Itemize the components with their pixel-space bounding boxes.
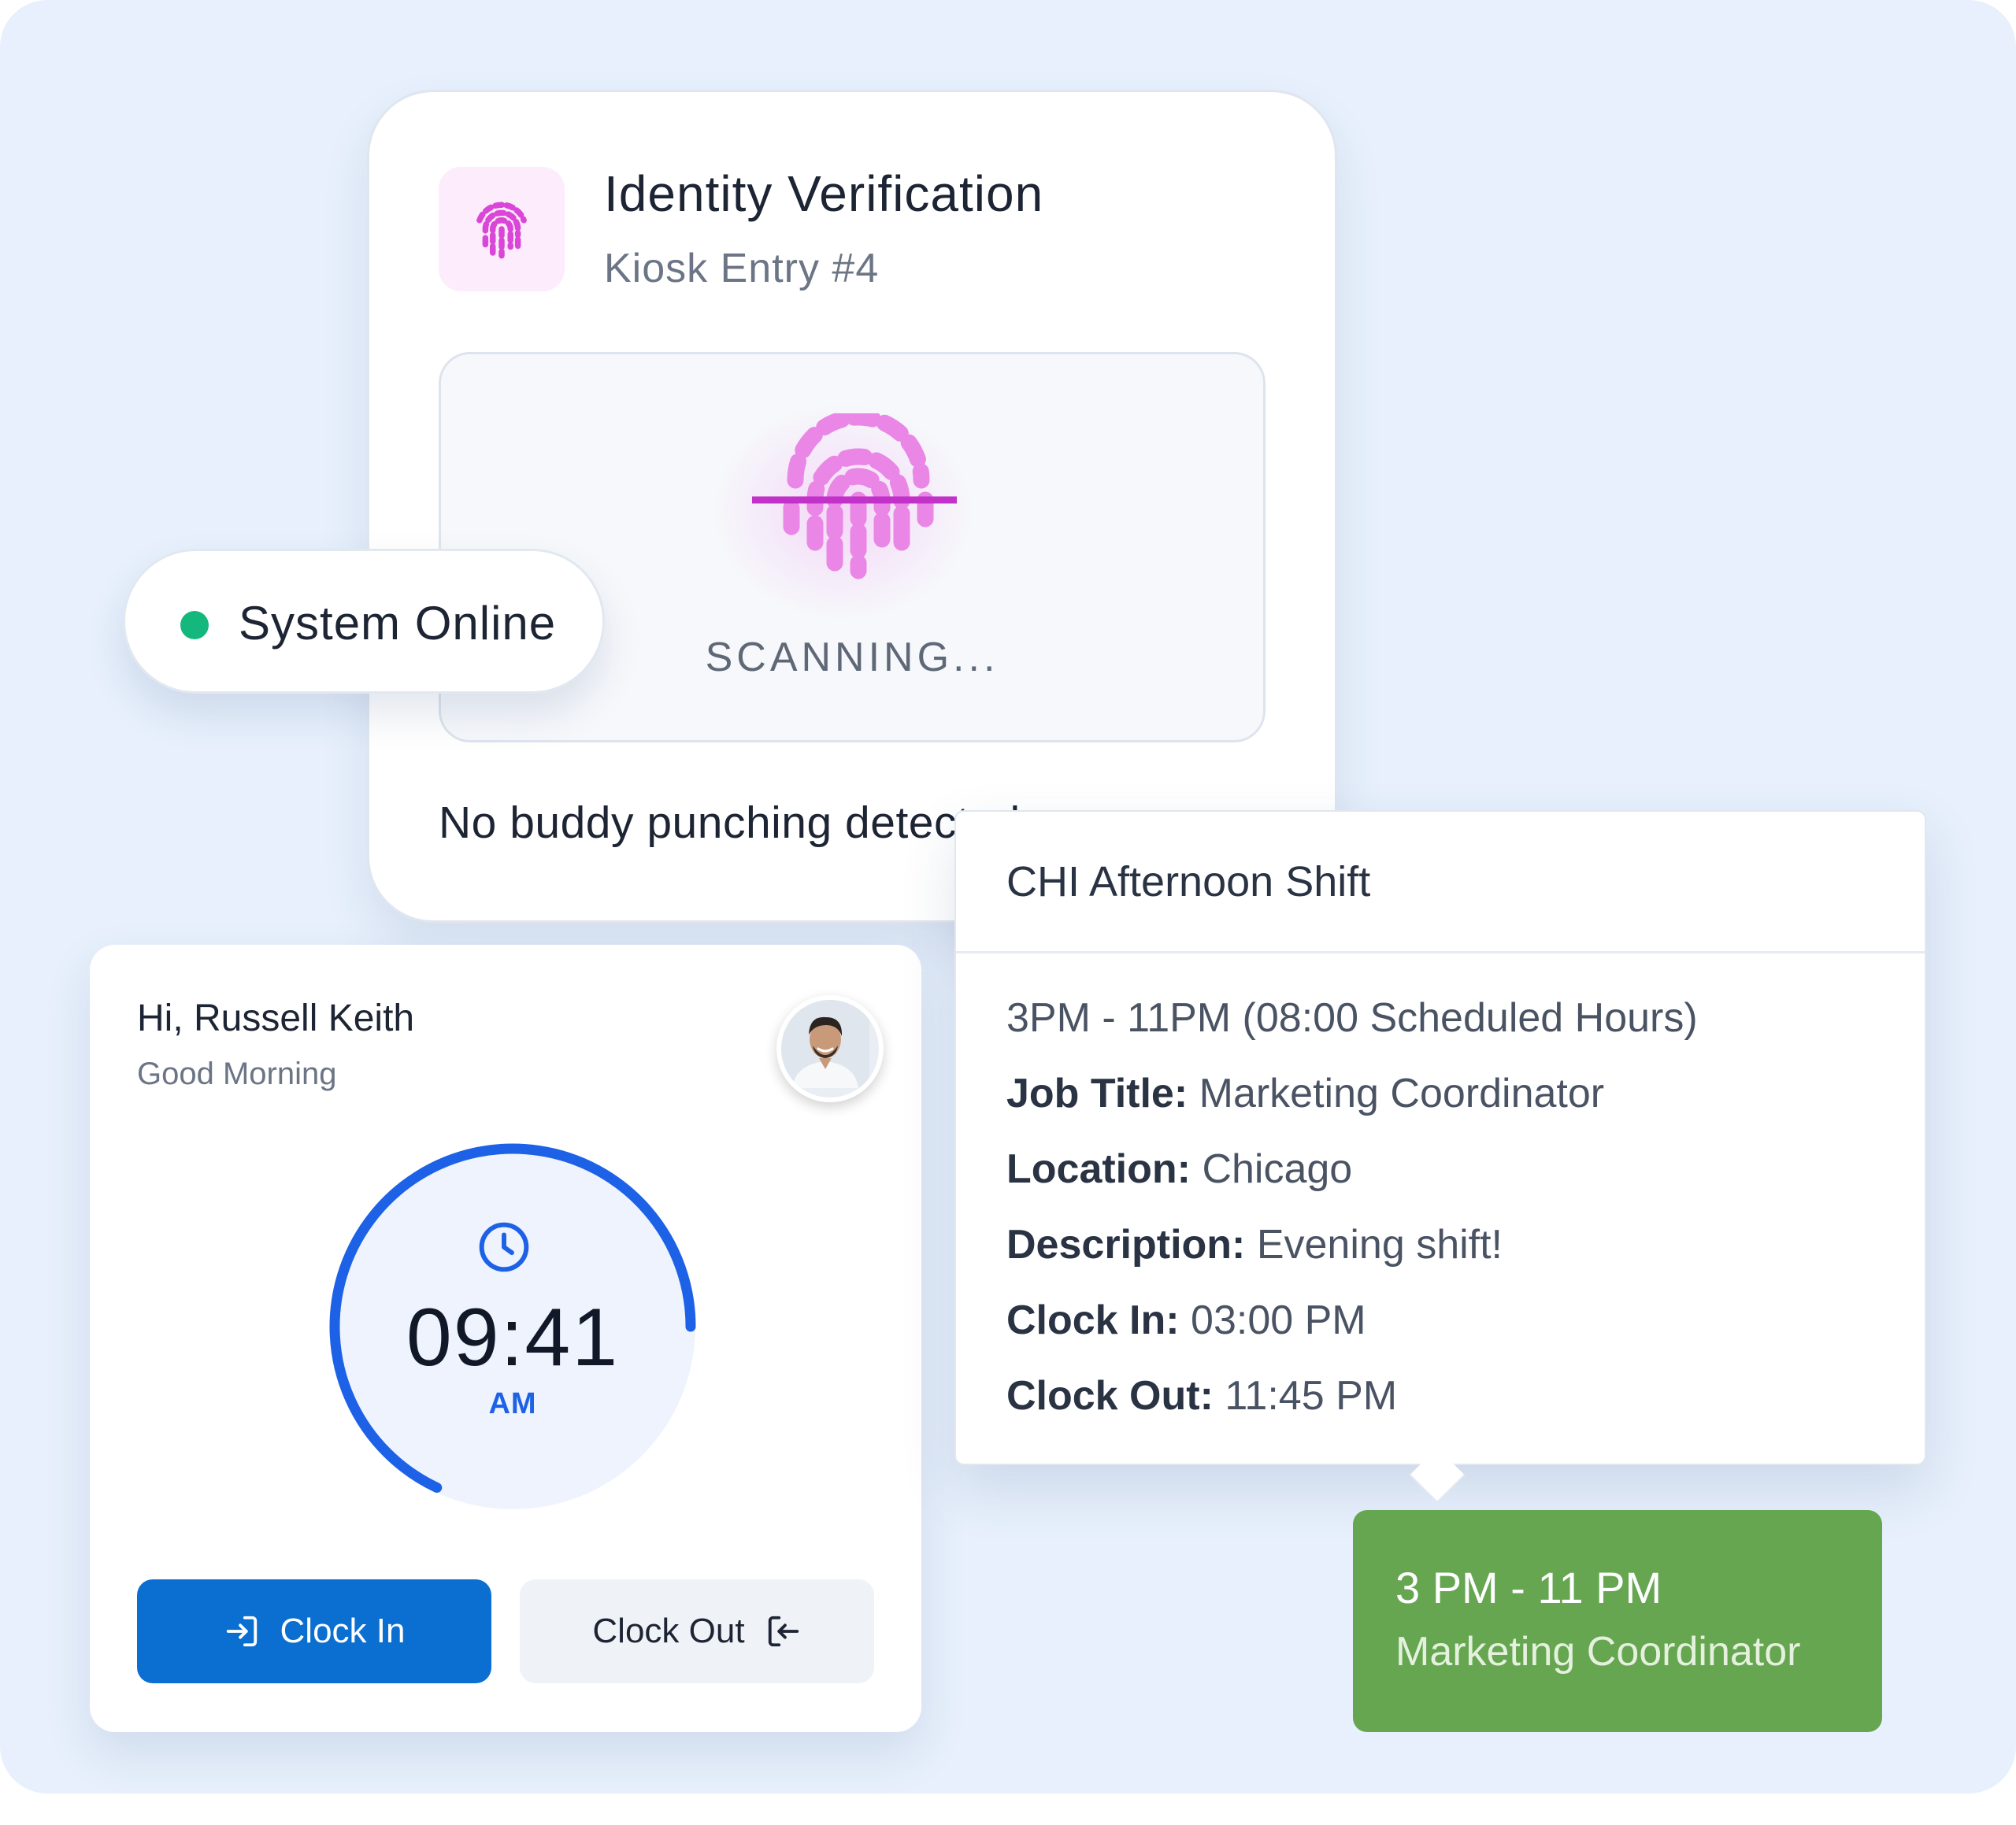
status-label: System Online: [239, 597, 557, 650]
shift-detail-row: Clock In: 03:00 PM: [1006, 1297, 1366, 1344]
shift-title: CHI Afternoon Shift: [1006, 858, 1371, 905]
shift-detail-row: Job Title: Marketing Coordinator: [1006, 1070, 1604, 1117]
detail-value: 03:00 PM: [1191, 1297, 1366, 1343]
shift-block-role: Marketing Coordinator: [1395, 1629, 1801, 1675]
greeting: Hi, Russell Keith: [137, 998, 415, 1039]
logout-icon: [768, 1616, 799, 1647]
avatar-portrait: [781, 1000, 869, 1088]
identity-verification-card: Identity Verification Kiosk Entry #4 SCA…: [367, 90, 1337, 923]
shift-detail-row: Location: Chicago: [1006, 1146, 1352, 1193]
clock-out-label: Clock Out: [592, 1612, 745, 1650]
shift-block-time: 3 PM - 11 PM: [1395, 1563, 1662, 1612]
clock-dial: 09:41 AM: [320, 1134, 706, 1520]
shift-details-popover: CHI Afternoon Shift 3PM - 11PM (08:00 Sc…: [954, 810, 1926, 1504]
current-time: 09:41: [406, 1292, 620, 1383]
salutation: Good Morning: [137, 1057, 337, 1091]
page-title: Identity Verification: [604, 165, 1044, 222]
status-dot: [180, 611, 209, 639]
detail-value: Evening shift!: [1256, 1222, 1503, 1268]
fingerprint-badge: [439, 167, 565, 291]
clock-in-label: Clock In: [280, 1612, 406, 1650]
login-icon: [226, 1616, 257, 1647]
detail-value: Marketing Coordinator: [1199, 1071, 1605, 1116]
popover-header: CHI Afternoon Shift: [956, 812, 1925, 953]
fingerprint-icon: [476, 202, 527, 259]
detail-label: Clock Out:: [1006, 1373, 1214, 1419]
fingerprint-scan-icon: [752, 413, 957, 579]
shift-detail-row: Clock Out: 11:45 PM: [1006, 1372, 1397, 1420]
shift-hours: 3PM - 11PM (08:00 Scheduled Hours): [1006, 995, 1698, 1041]
detail-value: Chicago: [1202, 1146, 1353, 1192]
detail-label: Description:: [1006, 1222, 1246, 1268]
avatar[interactable]: [776, 995, 884, 1102]
clock-icon: [479, 1222, 529, 1272]
shift-detail-row: Description: Evening shift!: [1006, 1221, 1503, 1268]
meridiem-label: AM: [488, 1387, 537, 1420]
clock-in-button[interactable]: Clock In: [137, 1579, 491, 1683]
system-status-pill: System Online: [123, 549, 605, 694]
verification-message: No buddy punching detected: [439, 798, 1021, 848]
kiosk-subtitle: Kiosk Entry #4: [604, 246, 880, 291]
detail-label: Location:: [1006, 1146, 1191, 1192]
clock-out-button[interactable]: Clock Out: [520, 1579, 874, 1683]
detail-label: Job Title:: [1006, 1071, 1188, 1116]
detail-value: 11:45 PM: [1225, 1373, 1398, 1419]
detail-label: Clock In:: [1006, 1297, 1180, 1343]
clock-widget: Hi, Russell Keith Good Morning 09:41 AM: [90, 945, 921, 1732]
shift-block[interactable]: 3 PM - 11 PM Marketing Coordinator: [1353, 1510, 1882, 1732]
